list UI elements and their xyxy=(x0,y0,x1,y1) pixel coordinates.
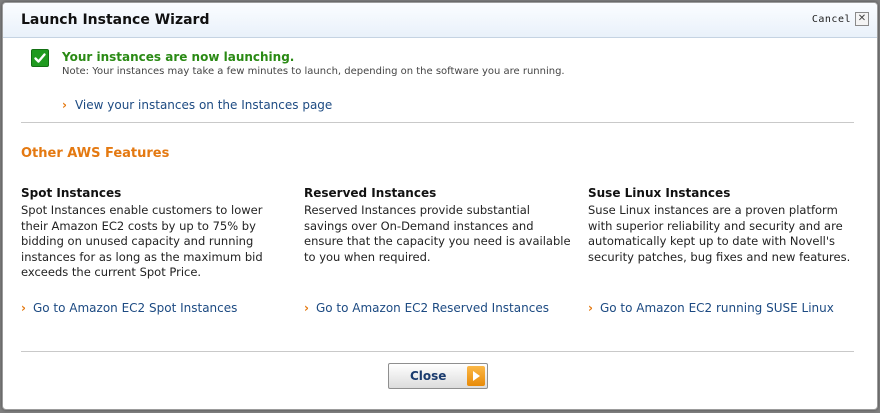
feature-description: Reserved Instances provide substantial s… xyxy=(304,203,571,264)
launch-status-message: Your instances are now launching. xyxy=(62,50,295,64)
checkmark-icon xyxy=(31,49,49,67)
chevron-right-icon: › xyxy=(21,301,26,315)
chevron-right-icon: › xyxy=(62,98,67,112)
chevron-right-icon: › xyxy=(304,301,309,315)
cancel-link[interactable]: Cancel xyxy=(812,14,851,25)
launch-wizard-dialog: Launch Instance Wizard Cancel ✕ Your ins… xyxy=(2,2,878,410)
section-title: Other AWS Features xyxy=(21,146,170,161)
chevron-right-icon: › xyxy=(588,301,593,315)
feature-suse-linux-instances: Suse Linux Instances Suse Linux instance… xyxy=(588,186,856,265)
suse-linux-link-text[interactable]: Go to Amazon EC2 running SUSE Linux xyxy=(600,301,834,315)
close-icon[interactable]: ✕ xyxy=(855,12,869,26)
feature-title: Spot Instances xyxy=(21,186,122,200)
divider xyxy=(21,122,854,123)
arrow-right-icon xyxy=(467,366,485,386)
divider xyxy=(21,351,854,352)
view-instances-link-text[interactable]: View your instances on the Instances pag… xyxy=(75,98,332,112)
feature-description: Suse Linux instances are a proven platfo… xyxy=(588,203,851,264)
view-instances-link[interactable]: › View your instances on the Instances pa… xyxy=(62,94,332,113)
dialog-title: Launch Instance Wizard xyxy=(21,12,210,28)
feature-spot-instances: Spot Instances Spot Instances enable cus… xyxy=(21,186,289,281)
reserved-instances-link-text[interactable]: Go to Amazon EC2 Reserved Instances xyxy=(316,301,549,315)
launch-note: Note: Your instances may take a few minu… xyxy=(62,66,565,77)
feature-description: Spot Instances enable customers to lower… xyxy=(21,203,263,279)
feature-title: Reserved Instances xyxy=(304,186,437,200)
close-button-label: Close xyxy=(410,369,447,383)
feature-reserved-instances: Reserved Instances Reserved Instances pr… xyxy=(304,186,572,265)
close-button[interactable]: Close xyxy=(388,363,488,389)
dialog-header: Launch Instance Wizard Cancel ✕ xyxy=(3,3,877,38)
spot-instances-link-text[interactable]: Go to Amazon EC2 Spot Instances xyxy=(33,301,237,315)
reserved-instances-link[interactable]: › Go to Amazon EC2 Reserved Instances xyxy=(304,297,549,316)
suse-linux-link[interactable]: › Go to Amazon EC2 running SUSE Linux xyxy=(588,297,834,316)
feature-title: Suse Linux Instances xyxy=(588,186,731,200)
spot-instances-link[interactable]: › Go to Amazon EC2 Spot Instances xyxy=(21,297,237,316)
